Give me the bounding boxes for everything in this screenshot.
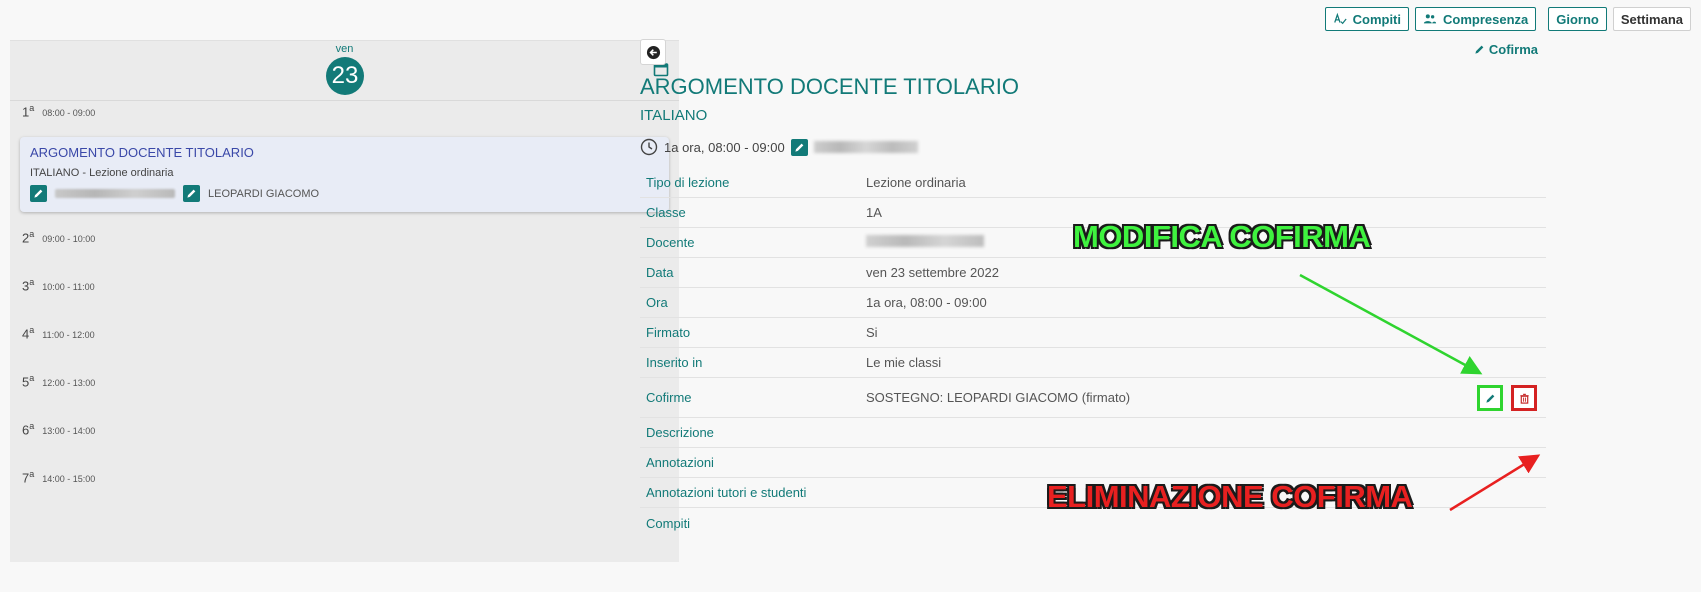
redacted-teacher-name (866, 235, 984, 247)
slot-time: 13:00 - 14:00 (42, 426, 96, 437)
day-name: ven (335, 43, 354, 55)
slot-time: 09:00 - 10:00 (42, 234, 96, 245)
trash-icon (1519, 393, 1529, 404)
row-label: Inserito in (646, 355, 703, 370)
detail-title: ARGOMENTO DOCENTE TITOLARIO (640, 74, 1019, 99)
pencil-icon (1485, 394, 1494, 403)
lesson-card-title: ARGOMENTO DOCENTE TITOLARIO (30, 145, 254, 160)
table-row: Data ven 23 settembre 2022 (640, 258, 1546, 288)
table-row: Descrizione (640, 418, 1546, 448)
slot-number: 2a (22, 229, 35, 246)
lesson-card-subtitle: ITALIANO - Lezione ordinaria (30, 167, 174, 179)
day-number[interactable]: 23 (326, 57, 364, 95)
row-label: Annotazioni (646, 455, 714, 470)
slot-time: 10:00 - 11:00 (42, 282, 95, 293)
cosigner-name: LEOPARDI GIACOMO (208, 187, 320, 200)
row-value: 1A (866, 205, 882, 220)
table-row: Firmato Si (640, 318, 1546, 348)
hour-slot[interactable]: 6a 13:00 - 14:00 (22, 421, 95, 437)
hour-slot[interactable]: 1a 08:00 - 09:00 (22, 103, 95, 119)
slot-time: 11:00 - 12:00 (42, 330, 95, 341)
row-label: Data (646, 265, 674, 280)
row-label: Cofirme (646, 390, 692, 405)
row-label: Firmato (646, 325, 691, 340)
back-button[interactable] (640, 39, 666, 65)
slot-number: 4a (22, 325, 35, 342)
hour-slot[interactable]: 3a 10:00 - 11:00 (22, 277, 95, 293)
row-value: SOSTEGNO: LEOPARDI GIACOMO (firmato) (866, 390, 1131, 405)
cofirma-link-label: Cofirma (1488, 42, 1538, 57)
hour-slot[interactable]: 2a 09:00 - 10:00 (22, 229, 95, 245)
slot-time: 14:00 - 15:00 (42, 474, 96, 485)
hour-slot[interactable]: 5a 12:00 - 13:00 (22, 373, 95, 389)
slot-time: 12:00 - 13:00 (42, 378, 96, 389)
slot-number: 5a (22, 373, 35, 390)
giorno-label: Giorno (1556, 11, 1599, 27)
table-row: Ora 1a ora, 08:00 - 09:00 (640, 288, 1546, 318)
pen-icon (30, 185, 47, 202)
row-label: Descrizione (646, 425, 714, 440)
pen-icon (790, 138, 808, 156)
hour-slot[interactable]: 4a 11:00 - 12:00 (22, 325, 95, 341)
row-label: Classe (646, 205, 686, 220)
settimana-button[interactable]: Settimana (1612, 7, 1691, 31)
row-value: Le mie classi (866, 355, 942, 370)
table-row: Cofirme SOSTEGNO: LEOPARDI GIACOMO (firm… (640, 378, 1546, 418)
detail-meta: 1a ora, 08:00 - 09:00 (640, 138, 918, 156)
day-header: ven 23 (10, 41, 679, 101)
row-value: ven 23 settembre 2022 (866, 265, 999, 280)
table-row: Inserito in Le mie classi (640, 348, 1546, 378)
slot-number: 6a (22, 421, 35, 438)
row-label: Compiti (646, 515, 691, 531)
compresenza-label: Compresenza (1443, 11, 1529, 27)
slot-number: 3a (22, 277, 35, 294)
lesson-card[interactable]: ARGOMENTO DOCENTE TITOLARIO ITALIANO - L… (20, 137, 669, 212)
slot-time: 08:00 - 09:00 (42, 108, 96, 119)
table-row: Tipo di lezione Lezione ordinaria (640, 168, 1546, 198)
row-value: Lezione ordinaria (866, 175, 966, 190)
lesson-card-signers: LEOPARDI GIACOMO (30, 185, 659, 202)
redacted-teacher-name (813, 141, 918, 153)
time-summary: 1a ora, 08:00 - 09:00 (664, 139, 785, 155)
pen-icon (183, 185, 200, 202)
row-value: 1a ora, 08:00 - 09:00 (866, 295, 987, 310)
view-toolbar: Compiti Compresenza Giorno Settimana (1324, 7, 1691, 31)
settimana-label: Settimana (1620, 11, 1683, 27)
clock-icon (640, 138, 658, 156)
row-label: Annotazioni tutori e studenti (646, 485, 807, 500)
giorno-button[interactable]: Giorno (1548, 7, 1607, 31)
row-label: Ora (646, 295, 668, 310)
edit-cofirma-callout: MODIFICA COFIRMA (1073, 219, 1371, 254)
cofirma-link[interactable]: Cofirma (1474, 42, 1538, 57)
delete-cofirma-button[interactable] (1511, 385, 1537, 411)
detail-subject: ITALIANO (640, 107, 708, 124)
redacted-teacher-name (55, 189, 175, 198)
slot-number: 1a (22, 103, 35, 120)
edit-cofirma-button[interactable] (1477, 385, 1503, 411)
delete-cofirma-callout: ELIMINAZIONE COFIRMA (1047, 479, 1413, 514)
compiti-button[interactable]: Compiti (1324, 7, 1409, 31)
hour-slot[interactable]: 7a 14:00 - 15:00 (22, 469, 95, 485)
row-value: Si (866, 325, 878, 340)
compiti-label: Compiti (1352, 11, 1401, 27)
row-label: Docente (646, 235, 695, 250)
compresenza-button[interactable]: Compresenza (1415, 7, 1537, 31)
day-calendar: ven 23 1a 08:00 - 09:00 ARGOMENTO DOCENT… (10, 40, 679, 562)
arrow-left-icon (646, 45, 660, 59)
slot-number: 7a (22, 469, 35, 486)
table-row: Annotazioni (640, 448, 1546, 478)
spellcheck-icon (1333, 12, 1347, 25)
people-icon (1423, 14, 1437, 24)
row-label: Tipo di lezione (646, 175, 730, 190)
pencil-icon (1475, 45, 1484, 54)
